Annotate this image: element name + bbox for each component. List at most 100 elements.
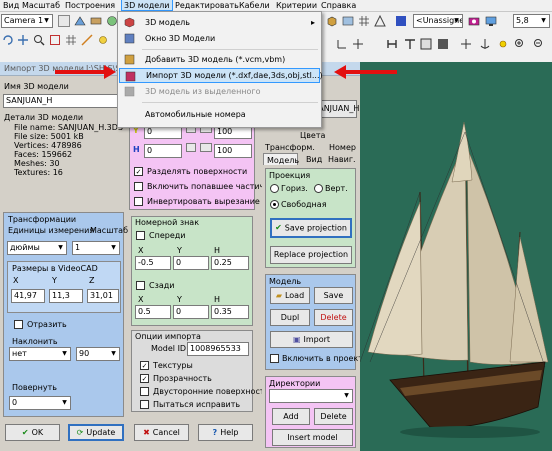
zoom-in-icon[interactable] — [514, 38, 526, 50]
camera-select[interactable]: Camera 1 ▼ — [1, 14, 53, 28]
layers-icon[interactable] — [342, 15, 354, 27]
menu-criteria[interactable]: Критерии — [276, 1, 317, 10]
plate-front-h-input[interactable]: 0.25 — [211, 256, 249, 270]
3d-viewport[interactable] — [360, 62, 552, 451]
units-select[interactable]: дюймы ▼ — [7, 241, 67, 255]
delete-directory-button[interactable]: Delete — [314, 408, 353, 425]
menu-view[interactable]: Вид — [3, 1, 19, 10]
cancel-button[interactable]: ✖ Cancel — [134, 424, 189, 441]
plate-front-x-input[interactable]: -0.5 — [135, 256, 171, 270]
menu-construct[interactable]: Построения — [65, 1, 115, 10]
scale-select[interactable]: 1 ▼ — [72, 241, 120, 255]
split-surfaces-checkbox[interactable]: ✓ — [134, 167, 143, 176]
dupl-button[interactable]: Dupl — [270, 309, 310, 326]
model-name-input[interactable]: SANJUAN_H — [3, 94, 123, 108]
tab-number[interactable]: Номер — [329, 143, 356, 152]
menu-cables[interactable]: Кабели — [239, 1, 270, 10]
plate-front-y-input[interactable]: 0 — [173, 256, 209, 270]
menu-item-license-plates[interactable]: Автомобильные номера — [119, 107, 320, 122]
try-fix-checkbox[interactable] — [140, 400, 149, 409]
colors-tab[interactable]: Цвета — [300, 131, 325, 140]
3d-cube-icon[interactable] — [326, 15, 338, 27]
tilt-angle-select[interactable]: 90 ▼ — [76, 347, 120, 361]
grid-tool-icon[interactable] — [65, 34, 77, 46]
rotate-select[interactable]: 0 ▼ — [9, 396, 71, 410]
zoom-out-icon[interactable] — [533, 38, 545, 50]
sun-icon[interactable] — [497, 38, 509, 50]
anchor-icon[interactable] — [479, 38, 491, 50]
update-button[interactable]: ⟳ Update — [68, 424, 124, 441]
menu-help[interactable]: Справка — [321, 1, 356, 10]
plate-rear-checkbox[interactable] — [136, 281, 145, 290]
projection-vert-radio[interactable] — [314, 184, 323, 193]
cut-icon[interactable] — [437, 38, 449, 50]
import-button[interactable]: ▣ Import — [270, 331, 353, 348]
fit-tool-icon[interactable] — [49, 34, 61, 46]
menu-item-model-from-selection[interactable]: 3D модель из выделенного — [119, 84, 320, 99]
load-button[interactable]: ▰ Load — [270, 287, 310, 304]
help-button[interactable]: ? Help — [198, 424, 253, 441]
transparency-checkbox[interactable]: ✓ — [140, 374, 149, 383]
plate-rear-x-input[interactable]: 0.5 — [135, 305, 171, 319]
two-sided-checkbox[interactable] — [140, 387, 149, 396]
pan-tool-icon[interactable] — [17, 34, 29, 46]
tab-transform[interactable]: Трансформ. — [265, 143, 315, 152]
menu-item-3d-window[interactable]: Окно 3D Модели — [119, 31, 320, 46]
tab-navigation[interactable]: Навиг. — [328, 155, 356, 164]
projection-horiz-radio[interactable] — [270, 184, 279, 193]
replace-projection-button[interactable]: Replace projection — [270, 246, 352, 264]
frame-icon[interactable] — [420, 38, 432, 50]
camera-move-icon[interactable] — [90, 15, 102, 27]
cut-h-flip-button[interactable] — [200, 143, 212, 152]
camera-icon[interactable] — [468, 15, 480, 27]
save-projection-button[interactable]: ✔ Save projection — [270, 218, 352, 238]
insert-model-button[interactable]: Insert model — [272, 429, 353, 446]
mirror-checkbox[interactable] — [14, 320, 23, 329]
zoom-tool-icon[interactable] — [33, 34, 45, 46]
tilt-select[interactable]: нет ▼ — [9, 347, 71, 361]
menu-scale[interactable]: Масштаб — [22, 1, 60, 10]
menu-3d-models[interactable]: 3D модели — [121, 0, 173, 11]
include-partial-checkbox[interactable] — [134, 182, 143, 191]
tab-view[interactable]: Вид — [306, 155, 322, 164]
cut-h-pick-button[interactable] — [186, 143, 196, 152]
projection-free-radio[interactable] — [270, 200, 279, 209]
link-icon[interactable] — [460, 38, 472, 50]
wireframe-icon[interactable] — [374, 14, 386, 27]
unassigned-select[interactable]: <Unassigne ▼ — [413, 14, 463, 28]
cut-h-left-input[interactable]: 0 — [144, 144, 182, 158]
grid-view-icon[interactable] — [358, 15, 370, 27]
t-shape-icon[interactable] — [404, 38, 416, 50]
measure-tool-icon[interactable] — [81, 34, 93, 46]
add-directory-button[interactable]: Add — [272, 408, 310, 425]
model-id-input[interactable]: 1008965533 — [187, 342, 249, 356]
delete-model-button[interactable]: Delete — [314, 309, 353, 326]
light-tool-icon[interactable] — [97, 34, 109, 46]
textures-checkbox[interactable]: ✓ — [140, 361, 149, 370]
include-in-project-checkbox[interactable] — [270, 354, 279, 363]
menu-item-3d-model[interactable]: 3D модель ▸ — [119, 15, 320, 30]
monitor-icon[interactable] — [485, 15, 497, 27]
rotate-tool-icon[interactable] — [2, 34, 14, 46]
camera-orbit-icon[interactable] — [74, 15, 86, 27]
plate-rear-y-input[interactable]: 0 — [173, 305, 209, 319]
plate-front-checkbox[interactable] — [136, 231, 145, 240]
menu-item-import-3d-model[interactable]: Импорт 3D модели (*.dxf,dae,3ds,obj,stl.… — [119, 68, 323, 83]
camera-tool-button[interactable] — [58, 15, 70, 27]
cut-h-right-input[interactable]: 100 — [214, 144, 252, 158]
move-icon[interactable] — [352, 38, 364, 50]
directories-select[interactable]: ▼ — [269, 389, 353, 403]
zoom-select[interactable]: 5,8 ▼ — [513, 14, 550, 28]
size-x-input[interactable]: 41,97 — [11, 289, 45, 303]
size-z-input[interactable]: 31,01 — [87, 289, 119, 303]
size-y-input[interactable]: 11,3 — [49, 289, 83, 303]
save-model-button[interactable]: Save — [314, 287, 353, 304]
axis-icon[interactable] — [336, 38, 348, 50]
tab-model[interactable]: Модель — [263, 153, 299, 165]
menu-item-add-3d-model[interactable]: Добавить 3D модель (*.vcm,vbm) — [119, 52, 320, 67]
blue-flag-icon[interactable] — [395, 15, 407, 27]
ok-button[interactable]: ✔ OK — [5, 424, 60, 441]
plate-rear-h-input[interactable]: 0.35 — [211, 305, 249, 319]
h-shape-icon[interactable] — [386, 38, 398, 50]
menu-edit[interactable]: Редактировать — [175, 1, 239, 10]
